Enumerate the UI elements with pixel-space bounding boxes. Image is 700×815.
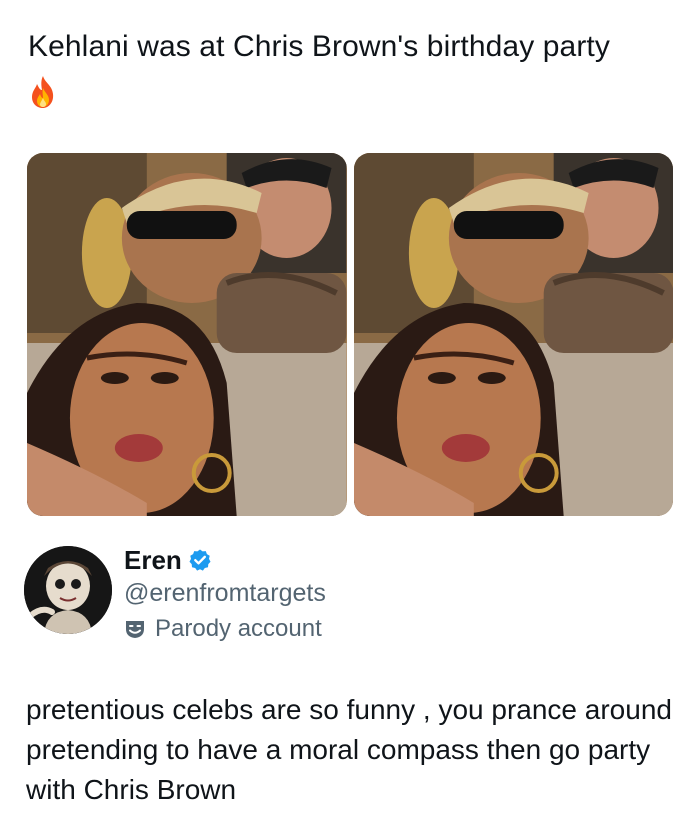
verified-badge-icon [189, 549, 211, 571]
parody-label-row: Parody account [124, 614, 322, 644]
reply-text: pretentious celebs are so funny , you pr… [26, 694, 672, 805]
fire-icon [32, 76, 54, 108]
photo-left[interactable] [27, 153, 347, 516]
quoted-text: Kehlani was at Chris Brown's birthday pa… [28, 24, 668, 110]
quoted-text-content: Kehlani was at Chris Brown's birthday pa… [28, 30, 610, 63]
post-card: Kehlani was at Chris Brown's birthday pa… [0, 0, 700, 815]
author-block: Eren @erenfromtargets Parody account [24, 541, 664, 644]
parody-label: Parody account [155, 615, 322, 642]
photo-grid [27, 153, 673, 516]
photo-right[interactable] [353, 153, 673, 516]
name-row: Eren [124, 544, 212, 576]
doll-avatar-icon [24, 546, 112, 634]
theater-mask-icon [126, 621, 144, 638]
display-name[interactable]: Eren [124, 544, 182, 576]
party-photo [353, 153, 673, 516]
party-photo [27, 153, 347, 516]
handle[interactable]: @erenfromtargets [124, 577, 326, 609]
avatar[interactable] [24, 546, 112, 634]
